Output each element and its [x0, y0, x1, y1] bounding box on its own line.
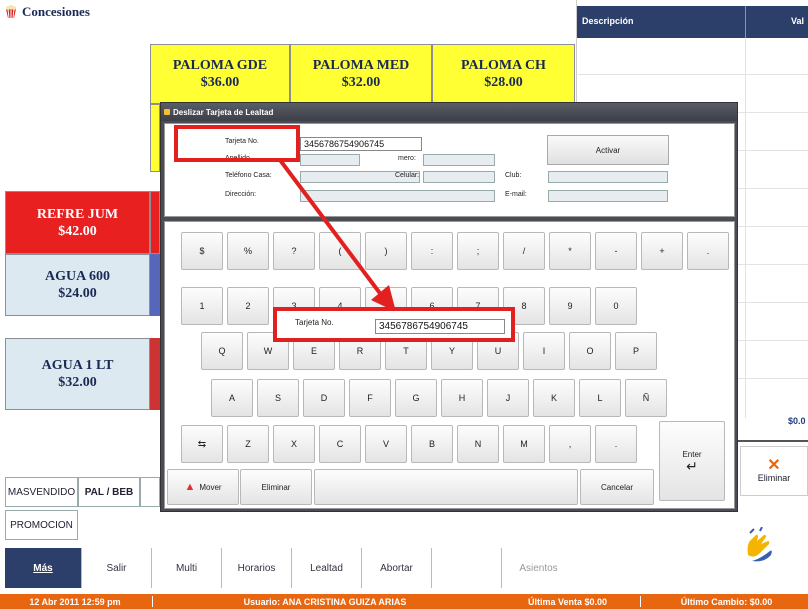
- zoom-callout: Tarjeta No. 3456786754906745: [273, 307, 515, 342]
- arrow-line: [278, 158, 387, 302]
- zoom-value: 3456786754906745: [375, 319, 505, 334]
- pos-screen: Concesiones PALOMA GDE $36.00 PALOMA MED $…: [0, 0, 808, 609]
- highlight-card-field: [174, 125, 300, 162]
- zoom-label: Tarjeta No.: [295, 318, 334, 327]
- annotation-arrow: [278, 158, 396, 312]
